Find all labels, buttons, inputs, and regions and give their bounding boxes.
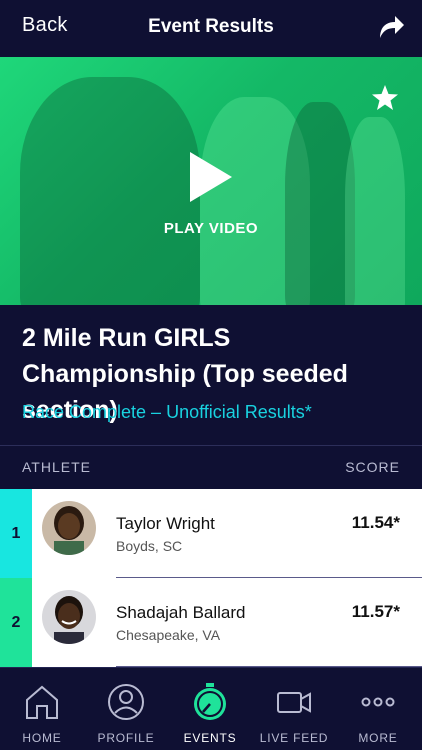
score-column-header: SCORE bbox=[345, 459, 400, 475]
divider bbox=[0, 445, 422, 446]
avatar bbox=[42, 501, 96, 555]
page-title: Event Results bbox=[148, 16, 274, 37]
tab-label: MORE bbox=[358, 731, 398, 745]
tab-live-feed[interactable]: LIVE FEED bbox=[252, 668, 336, 750]
more-icon bbox=[361, 697, 395, 707]
bottom-tab-bar: HOME PROFILE EVENTS LIVE FEED MORE bbox=[0, 667, 422, 750]
home-icon bbox=[26, 685, 58, 719]
tab-profile[interactable]: PROFILE bbox=[84, 668, 168, 750]
result-row[interactable]: 2 Shadajah Ballard Chesapeake, VA 11.57* bbox=[0, 578, 422, 667]
rank-badge: 2 bbox=[0, 578, 32, 667]
top-nav-bar: Back Event Results bbox=[0, 0, 422, 56]
athlete-silhouette bbox=[345, 117, 405, 305]
tab-label: PROFILE bbox=[97, 731, 155, 745]
tab-label: LIVE FEED bbox=[259, 731, 329, 745]
tab-label: HOME bbox=[22, 731, 62, 745]
profile-icon bbox=[108, 684, 144, 720]
tab-home[interactable]: HOME bbox=[0, 668, 84, 750]
tab-events[interactable]: EVENTS bbox=[168, 668, 252, 750]
athlete-score: 11.54* bbox=[351, 513, 400, 532]
athlete-column-header: ATHLETE bbox=[22, 459, 91, 475]
share-icon[interactable] bbox=[376, 13, 406, 41]
video-camera-icon bbox=[277, 692, 311, 713]
rank-badge: 1 bbox=[0, 489, 32, 578]
race-video-player[interactable]: PLAY VIDEO bbox=[0, 57, 422, 305]
athlete-name: Shadajah Ballard bbox=[116, 603, 246, 622]
tab-more[interactable]: MORE bbox=[336, 668, 420, 750]
athlete-silhouette bbox=[20, 77, 200, 305]
result-row[interactable]: 1 Taylor Wright Boyds, SC 11.54* bbox=[0, 489, 422, 578]
results-list: 1 Taylor Wright Boyds, SC 11.54* 2 Shada… bbox=[0, 489, 422, 667]
race-status: Race Complete – Unofficial Results* bbox=[22, 402, 312, 422]
stopwatch-icon bbox=[194, 683, 226, 720]
athlete-score: 11.57* bbox=[351, 602, 400, 621]
tab-label: EVENTS bbox=[183, 731, 237, 745]
athlete-location: Boyds, SC bbox=[116, 538, 183, 554]
athlete-name: Taylor Wright bbox=[116, 514, 215, 533]
play-video-label[interactable]: PLAY VIDEO bbox=[0, 220, 422, 237]
star-icon[interactable] bbox=[370, 83, 400, 113]
athlete-location: Chesapeake, VA bbox=[116, 627, 221, 643]
play-icon[interactable] bbox=[188, 150, 234, 204]
avatar bbox=[42, 590, 96, 644]
